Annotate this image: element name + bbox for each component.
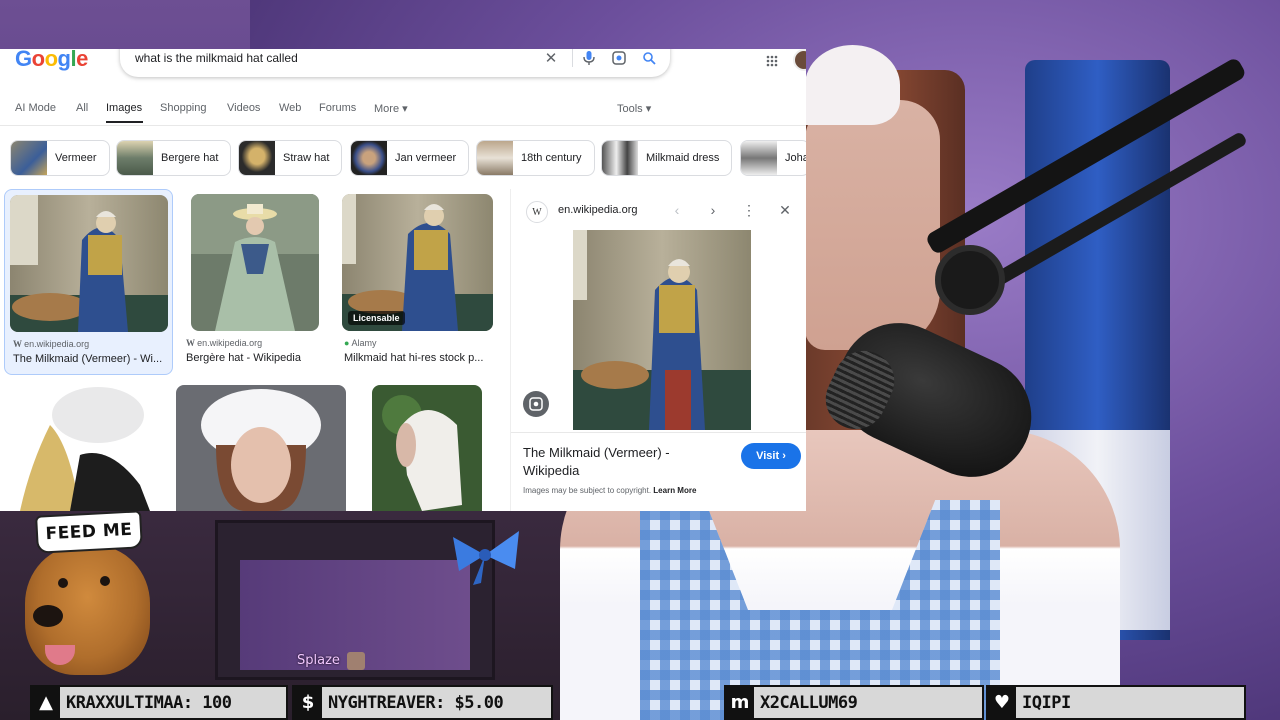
google-logo[interactable]: Google (15, 49, 88, 72)
mic-clamp (935, 245, 1005, 315)
chip-straw-hat[interactable]: Straw hat (238, 140, 343, 176)
tab-images[interactable]: Images (106, 102, 142, 114)
tabs-divider (0, 125, 806, 126)
chip-label: 18th century (521, 152, 582, 164)
dog-eye (58, 578, 68, 588)
preview-image[interactable] (573, 230, 751, 430)
tab-forums[interactable]: Forums (319, 102, 356, 114)
chip-thumbnail (602, 141, 638, 175)
result-thumbnail-bonnet-mannequin[interactable] (372, 385, 482, 511)
result-thumbnail-bonnet-woman[interactable] (176, 385, 346, 511)
alert-follow: ♥ IQIPI (986, 685, 1246, 720)
feed-me-hat: FEED ME (35, 510, 143, 554)
alert-bits: ▲ KRAXXULTIMAA: 100 (30, 685, 288, 720)
chevron-right-icon[interactable]: › (703, 200, 723, 220)
chip-milkmaid-dress[interactable]: Milkmaid dress (601, 140, 733, 176)
microphone-icon[interactable] (578, 49, 600, 69)
chip-label: Bergere hat (161, 152, 219, 164)
google-images-window: Google what is the milkmaid hat called ✕… (0, 49, 806, 511)
tab-ai-mode[interactable]: AI Mode (15, 102, 56, 114)
bits-icon: ▲ (32, 687, 60, 718)
apps-grid-icon[interactable] (763, 52, 781, 70)
chip-bergere-hat[interactable]: Bergere hat (116, 140, 232, 176)
dollar-icon: $ (294, 687, 322, 718)
preview-title[interactable]: The Milkmaid (Vermeer) - Wikipedia (523, 444, 713, 480)
search-box[interactable]: what is the milkmaid hat called ✕ (120, 49, 670, 77)
lens-icon[interactable] (608, 49, 630, 69)
alert-text: NYGHTREAVER: $5.00 (328, 692, 504, 713)
chip-thumbnail (11, 141, 47, 175)
chip-18th-century[interactable]: 18th century (476, 140, 595, 176)
preview-divider (511, 432, 806, 433)
result-source: W en.wikipedia.org (13, 339, 90, 349)
tab-shopping[interactable]: Shopping (160, 102, 207, 114)
tab-web[interactable]: Web (279, 102, 301, 114)
licensable-badge: Licensable (348, 311, 405, 325)
alert-donation: $ NYGHTREAVER: $5.00 (292, 685, 553, 720)
result-source: ● Alamy (344, 338, 377, 348)
chip-thumbnail (117, 141, 153, 175)
result-card-milkmaid-vermeer[interactable]: W en.wikipedia.org The Milkmaid (Vermeer… (4, 189, 173, 375)
heart-icon: ♥ (988, 687, 1016, 718)
close-icon[interactable]: ✕ (775, 200, 795, 220)
google-lens-icon[interactable] (523, 391, 549, 417)
clear-icon[interactable]: ✕ (540, 49, 562, 69)
streamer-face (805, 100, 940, 350)
image-preview-panel: W en.wikipedia.org ‹ › ⋮ ✕ The Milkmaid … (510, 189, 806, 511)
chip-vermeer[interactable]: Vermeer (10, 140, 110, 176)
chip-jan-vermeer[interactable]: Jan vermeer (350, 140, 470, 176)
chip-thumbnail (477, 141, 513, 175)
search-divider (572, 49, 573, 67)
tab-videos[interactable]: Videos (227, 102, 260, 114)
result-thumbnail: Licensable (342, 194, 493, 331)
alert-text: KRAXXULTIMAA: 100 (66, 692, 232, 713)
result-title[interactable]: Bergère hat - Wikipedia (186, 352, 346, 364)
result-card-alamy[interactable]: Licensable ● Alamy Milkmaid hat hi-res s… (338, 189, 498, 375)
chip-label: Jan vermeer (395, 152, 457, 164)
chip-label: Vermeer (55, 152, 97, 164)
chevron-left-icon[interactable]: ‹ (667, 200, 687, 220)
image-results-grid: W en.wikipedia.org The Milkmaid (Vermeer… (0, 189, 500, 511)
alert-text: IQIPI (1022, 692, 1071, 713)
chip-thumbnail (741, 141, 777, 175)
tab-all[interactable]: All (76, 102, 88, 114)
more-options-icon[interactable]: ⋮ (739, 200, 759, 220)
search-header: Google what is the milkmaid hat called ✕ (0, 49, 806, 79)
result-source: W en.wikipedia.org (186, 338, 263, 348)
ribbon-bow (453, 531, 519, 585)
active-tab-indicator (106, 121, 143, 123)
search-tabs: AI Mode All Images Shopping Videos Web F… (0, 97, 806, 159)
dog-eye (100, 576, 110, 586)
preview-domain[interactable]: en.wikipedia.org (558, 204, 638, 216)
result-thumbnail (191, 194, 319, 331)
search-icon[interactable] (638, 49, 660, 69)
chip-thumbnail (351, 141, 387, 175)
search-input[interactable]: what is the milkmaid hat called (135, 51, 298, 65)
tab-more[interactable]: More ▾ (374, 102, 408, 115)
result-card-bergere-hat[interactable]: W en.wikipedia.org Bergère hat - Wikiped… (186, 189, 326, 375)
membership-icon: m (726, 687, 754, 718)
streamer-bonnet (805, 45, 900, 125)
alert-membership: m X2CALLUM69 (724, 685, 984, 720)
result-title[interactable]: The Milkmaid (Vermeer) - Wi... (13, 353, 173, 365)
result-thumbnail (10, 195, 168, 332)
chat-emote (347, 652, 365, 670)
result-title[interactable]: Milkmaid hat hi-res stock p... (344, 352, 494, 364)
related-chips: Vermeer Bergere hat Straw hat Jan vermee… (10, 140, 806, 176)
chat-username: Splaze (297, 653, 340, 668)
result-thumbnail-bonnet-back[interactable] (10, 385, 160, 511)
wikipedia-icon: W (526, 201, 548, 223)
chip-thumbnail (239, 141, 275, 175)
tools-button[interactable]: Tools ▾ (617, 102, 651, 115)
visit-button[interactable]: Visit › (741, 443, 801, 469)
copyright-notice: Images may be subject to copyright. Lear… (523, 486, 697, 495)
account-avatar[interactable] (793, 49, 806, 71)
chip-label: Joha (785, 152, 806, 164)
dog-nose (33, 605, 63, 627)
learn-more-link[interactable]: Learn More (653, 486, 696, 495)
chip-label: Milkmaid dress (646, 152, 720, 164)
alert-text: X2CALLUM69 (760, 692, 858, 713)
chip-label: Straw hat (283, 152, 330, 164)
chip-johannes[interactable]: Joha (740, 140, 806, 176)
